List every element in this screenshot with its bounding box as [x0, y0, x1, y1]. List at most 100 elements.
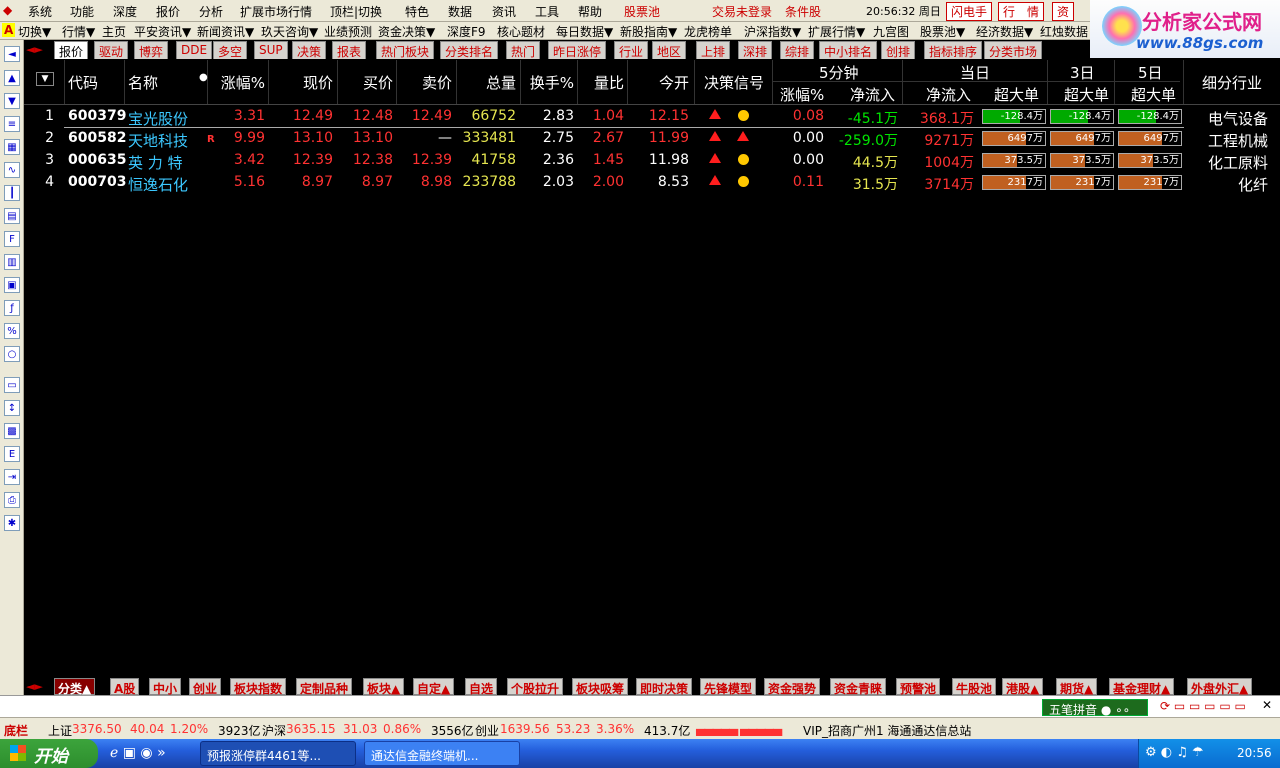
category-tab-7[interactable]: 自定▲ — [413, 678, 455, 696]
app-icon[interactable]: ◆ — [3, 3, 12, 17]
category-tab-3[interactable]: 创业 — [189, 678, 222, 696]
header-name[interactable]: 名称 — [128, 72, 158, 93]
toolbar-item-deep-f9[interactable]: 深度F9 — [447, 23, 486, 40]
header-5day-big[interactable]: 超大单 — [1131, 84, 1176, 105]
back-arrow-icon[interactable]: ◄ — [4, 46, 20, 62]
tab-18[interactable]: 创排 — [881, 41, 916, 59]
quick-launch-icons[interactable]: ℯ ▣ ◉ » — [110, 745, 166, 761]
toolbar-item-index[interactable]: 沪深指数▼ — [744, 23, 801, 40]
tab-20[interactable]: 分类市场 — [984, 41, 1043, 59]
stock-name[interactable]: 恒逸石化 — [128, 174, 198, 195]
formula-icon[interactable]: ƒ — [4, 300, 20, 316]
f10-icon[interactable]: F — [4, 231, 20, 247]
notes-icon[interactable]: ▣ — [4, 277, 20, 293]
trade-login-status[interactable]: 交易未登录 — [712, 3, 772, 20]
stock-name[interactable]: 英 力 特 — [128, 152, 198, 173]
stock-code[interactable]: 600582 — [68, 130, 126, 146]
toolbar-item-pingan[interactable]: 平安资讯▼ — [134, 23, 191, 40]
flash-trade-button[interactable]: 闪电手 — [946, 2, 993, 21]
close-icon[interactable]: ✕ — [1262, 698, 1272, 712]
menu-news[interactable]: 资讯 — [492, 3, 516, 20]
taskbar-item-2[interactable]: 通达信金融终端机... — [364, 741, 520, 766]
hs-value[interactable]: 3635.15 — [286, 722, 336, 736]
category-tab-19[interactable]: 基金理财▲ — [1109, 678, 1175, 696]
sh-value[interactable]: 3376.50 — [72, 722, 122, 736]
category-tab-13[interactable]: 资金强势 — [764, 678, 821, 696]
stock-pool-button[interactable]: 股票池 — [624, 3, 660, 20]
category-tab-10[interactable]: 板块吸筹 — [572, 678, 629, 696]
category-tab-15[interactable]: 预警池 — [896, 678, 941, 696]
category-tab-9[interactable]: 个股拉升 — [507, 678, 564, 696]
category-tab-4[interactable]: 板块指数 — [230, 678, 287, 696]
stock-code[interactable]: 600379 — [68, 108, 126, 124]
header-industry[interactable]: 细分行业 — [1202, 72, 1262, 93]
header-volume[interactable]: 总量 — [458, 72, 516, 93]
menu-quote[interactable]: 报价 — [156, 3, 180, 20]
category-tab-20[interactable]: 外盘外汇▲ — [1187, 678, 1253, 696]
tab-19[interactable]: 指标排序 — [924, 41, 983, 59]
header-volume-ratio[interactable]: 量比 — [579, 72, 624, 93]
tab-scroll-arrows-icon[interactable]: ◄► — [26, 43, 43, 56]
info-button[interactable]: 资 — [1052, 2, 1075, 21]
percent-icon[interactable]: % — [4, 323, 20, 339]
stock-code[interactable]: 000635 — [68, 152, 126, 168]
tab-15[interactable]: 深排 — [738, 41, 773, 59]
category-tab-12[interactable]: 先锋模型 — [700, 678, 757, 696]
menu-feature[interactable]: 特色 — [405, 3, 429, 20]
printer-icon[interactable]: ⎙ — [4, 492, 20, 508]
server-info[interactable]: VIP_招商广州1 海通通达信总站 — [803, 722, 971, 739]
category-tab-18[interactable]: 期货▲ — [1056, 678, 1098, 696]
a-icon[interactable]: A — [2, 23, 16, 37]
category-tab-11[interactable]: 即时决策 — [636, 678, 693, 696]
sort-icon[interactable]: ↕ — [4, 400, 20, 416]
quote-button[interactable]: 行 情 — [998, 2, 1045, 21]
tab-0[interactable]: 报价 — [54, 41, 89, 59]
stock-code[interactable]: 000703 — [68, 174, 126, 190]
category-tab-2[interactable]: 中小 — [149, 678, 182, 696]
taskbar-item-1[interactable]: 预报涨停群4461等... — [200, 741, 356, 766]
tab-9[interactable]: 分类排名 — [440, 41, 499, 59]
settings-icon[interactable]: ✱ — [4, 515, 20, 531]
toolbar-item-home[interactable]: 主页 — [102, 23, 126, 40]
line-chart-icon[interactable]: ∿ — [4, 162, 20, 178]
tab-7[interactable]: 报表 — [332, 41, 367, 59]
menu-system[interactable]: 系统 — [28, 3, 52, 20]
toolbar-item-ext-quotes[interactable]: 扩展行情▼ — [808, 23, 865, 40]
category-tab-17[interactable]: 港股▲ — [1002, 678, 1044, 696]
stock-name[interactable]: 宝光股份 — [128, 108, 198, 129]
category-scroll-arrows-icon[interactable]: ◄► — [26, 680, 43, 693]
stock-name[interactable]: 天地科技 — [128, 130, 198, 151]
header-5min-flow[interactable]: 净流入 — [850, 84, 895, 105]
category-tab-1[interactable]: A股 — [110, 678, 140, 696]
folder-icon[interactable]: ▭ — [4, 377, 20, 393]
ime-indicator[interactable]: 五笔拼音 ● ∘∘ — [1042, 699, 1148, 717]
header-today-flow[interactable]: 净流入 — [926, 84, 971, 105]
grid-icon[interactable]: ▩ — [4, 423, 20, 439]
tab-14[interactable]: 上排 — [696, 41, 731, 59]
tab-11[interactable]: 昨日涨停 — [548, 41, 607, 59]
toolbar-mini-icons[interactable]: ⟳ ▭ ▭ ▭ ▭ ▭ — [1160, 699, 1246, 713]
menu-analysis[interactable]: 分析 — [199, 3, 223, 20]
tab-10[interactable]: 热门 — [506, 41, 541, 59]
tab-5[interactable]: SUP — [254, 41, 288, 59]
quote-list-icon[interactable]: ≡ — [4, 116, 20, 132]
toolbar-item-ipo-guide[interactable]: 新股指南▼ — [620, 23, 677, 40]
header-ask[interactable]: 卖价 — [398, 72, 452, 93]
toolbar-item-candle-data[interactable]: 红烛数据 — [1040, 23, 1088, 40]
menu-depth[interactable]: 深度 — [113, 3, 137, 20]
export-icon[interactable]: ⇥ — [4, 469, 20, 485]
header-code[interactable]: 代码 — [68, 72, 98, 93]
menu-topbar-switch[interactable]: 顶栏|切换 — [330, 3, 382, 20]
tab-6[interactable]: 决策 — [292, 41, 327, 59]
toolbar-item-quotes[interactable]: 行情▼ — [62, 23, 95, 40]
menu-extended-market[interactable]: 扩展市场行情 — [240, 3, 312, 20]
tab-1[interactable]: 驱动 — [94, 41, 129, 59]
column-menu-icon[interactable]: ▼ — [36, 72, 54, 86]
tab-13[interactable]: 地区 — [652, 41, 687, 59]
table-icon[interactable]: ▦ — [4, 139, 20, 155]
header-turnover[interactable]: 换手% — [522, 72, 574, 93]
etf-icon[interactable]: E — [4, 446, 20, 462]
toolbar-item-core-theme[interactable]: 核心题材 — [497, 23, 545, 40]
down-arrow-icon[interactable]: ▼ — [4, 93, 20, 109]
header-pct[interactable]: 涨幅% — [210, 72, 265, 93]
